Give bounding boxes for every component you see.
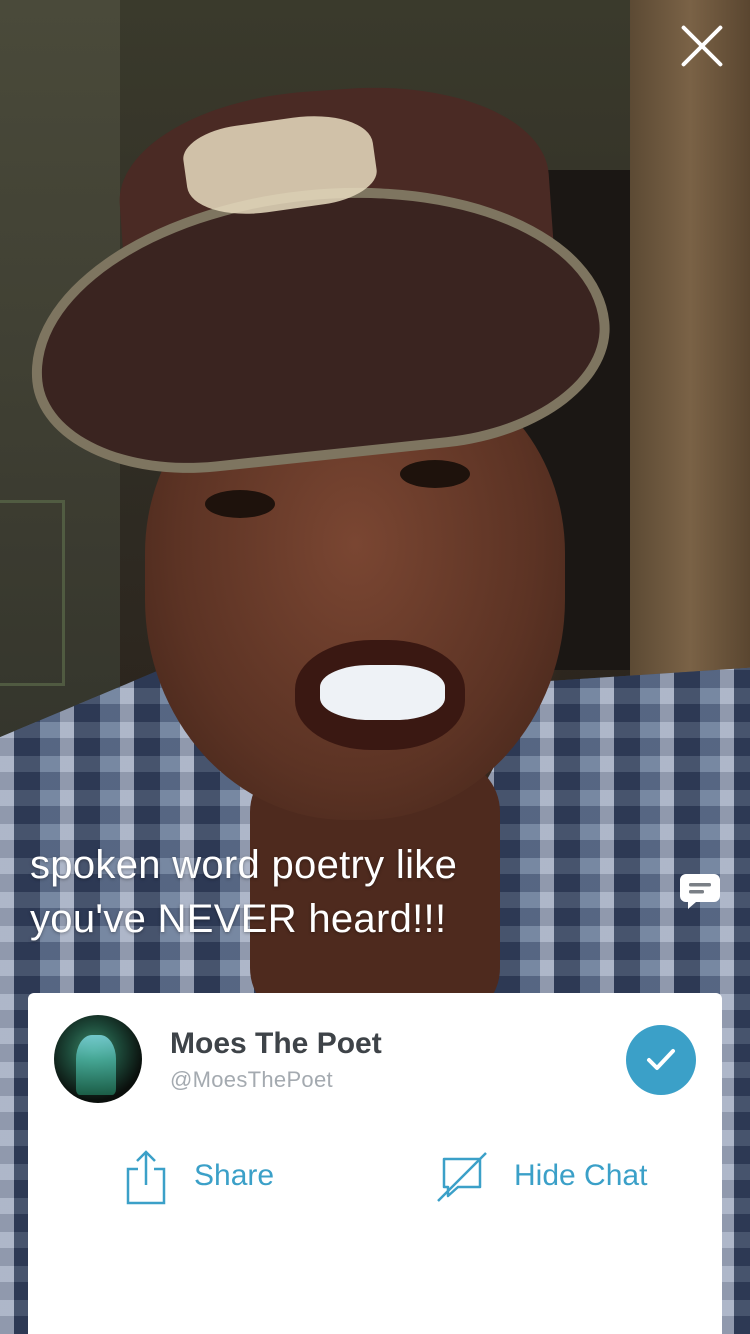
avatar-figure <box>76 1035 116 1095</box>
background-door <box>0 500 65 686</box>
following-button[interactable] <box>626 1025 696 1095</box>
checkmark-icon <box>647 1049 675 1070</box>
share-icon <box>126 1150 166 1205</box>
broadcast-caption: spoken word poetry like you've NEVER hea… <box>30 838 590 946</box>
left-eye <box>205 490 275 518</box>
hide-chat-button[interactable]: Hide Chat <box>434 1149 694 1205</box>
broadcaster-handle: @MoesThePoet <box>170 1067 333 1092</box>
broadcaster-card: Moes The Poet @MoesThePoet Share Hide Ch… <box>28 993 722 1334</box>
hide-chat-icon <box>437 1152 487 1202</box>
background-wood-panel <box>630 0 750 700</box>
share-button[interactable]: Share <box>124 1149 304 1205</box>
chat-bubble-icon[interactable] <box>680 874 720 910</box>
right-eye <box>400 460 470 488</box>
caption-line-2: you've NEVER heard!!! <box>30 897 447 941</box>
broadcaster-name[interactable]: Moes The Poet <box>170 1027 382 1061</box>
caption-line-1: spoken word poetry like <box>30 843 458 887</box>
teeth <box>320 665 445 720</box>
hide-chat-label: Hide Chat <box>514 1159 648 1192</box>
avatar[interactable] <box>54 1015 142 1103</box>
share-label: Share <box>194 1159 275 1192</box>
close-icon[interactable] <box>678 22 726 70</box>
